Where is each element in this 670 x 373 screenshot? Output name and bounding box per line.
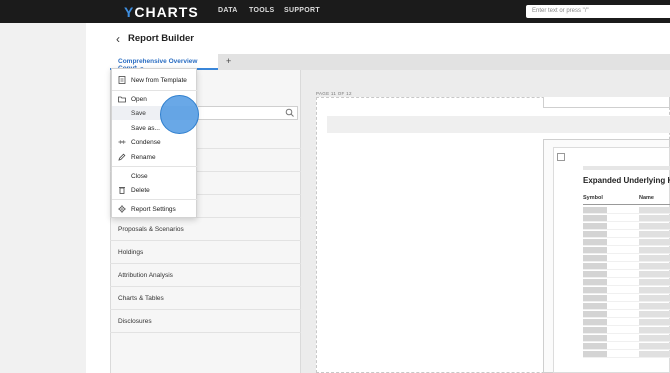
menu-item-new-from-template[interactable]: New from Template (112, 73, 198, 87)
menu-item-label: Open (131, 96, 147, 103)
table-rows (583, 206, 670, 358)
sidebar-search-input[interactable] (195, 106, 298, 120)
menu-item-close[interactable]: Close (112, 169, 198, 183)
left-margin (0, 23, 86, 373)
table-row (583, 310, 670, 318)
folder-icon (118, 96, 126, 103)
nav-tools[interactable]: TOOLS (249, 7, 274, 14)
table-row (583, 326, 670, 334)
table-row (583, 334, 670, 342)
table-row (583, 350, 670, 358)
back-chevron-icon[interactable]: ‹ (116, 32, 120, 46)
nav-data[interactable]: DATA (218, 7, 238, 14)
component-checkbox[interactable] (557, 153, 565, 161)
menu-item-condense[interactable]: Condense (112, 135, 198, 149)
add-tab-button[interactable]: + (226, 56, 231, 66)
menu-item-label: Save as... (131, 125, 160, 132)
table-row (583, 262, 670, 270)
card-placeholder-stripe (583, 166, 670, 170)
menu-item-report-settings[interactable]: Report Settings (112, 202, 198, 216)
table-row (583, 222, 670, 230)
table-row (583, 206, 670, 214)
table-row (583, 270, 670, 278)
sidebar-section-holdings[interactable]: Holdings (110, 240, 301, 263)
component-card-top[interactable] (543, 97, 670, 108)
menu-separator (112, 199, 198, 200)
column-header-name: Name (639, 195, 654, 201)
table-row (583, 214, 670, 222)
sidebar-section-attribution[interactable]: Attribution Analysis (110, 263, 301, 286)
menu-item-delete[interactable]: Delete (112, 183, 198, 197)
sidebar-section-proposals[interactable]: Proposals & Scenarios (110, 217, 301, 240)
menu-separator (112, 166, 198, 167)
column-header-symbol: Symbol (583, 195, 603, 201)
sidebar-section-disclosures[interactable]: Disclosures (110, 309, 301, 332)
table-row (583, 302, 670, 310)
condense-icon (118, 140, 126, 144)
tab-dropdown-menu: New from Template Open Save Save as... C… (111, 68, 198, 218)
menu-item-label: Report Settings (131, 206, 176, 213)
table-row (583, 230, 670, 238)
page-title: Report Builder (128, 33, 194, 44)
menu-item-label: Condense (131, 139, 161, 146)
table-row (583, 318, 670, 326)
template-icon (118, 76, 126, 84)
search-icon (285, 108, 294, 117)
sidebar-divider (110, 332, 301, 355)
table-row (583, 238, 670, 246)
trash-icon (119, 187, 125, 194)
menu-item-label: Rename (131, 154, 156, 161)
card-title: Expanded Underlying Ho (583, 176, 670, 185)
table-row (583, 286, 670, 294)
menu-item-label: Save (131, 110, 146, 117)
table-row (583, 246, 670, 254)
pencil-icon (118, 153, 126, 161)
table-row (583, 294, 670, 302)
nav-support[interactable]: SUPPORT (284, 7, 320, 14)
menu-item-label: New from Template (131, 77, 187, 84)
table-header-line (583, 204, 670, 205)
placeholder-bar (327, 116, 670, 133)
table-row (583, 342, 670, 350)
global-search-input[interactable]: Enter text or press "/" (526, 5, 670, 18)
page-label: PAGE 11 OF 12 (316, 91, 352, 96)
table-row (583, 278, 670, 286)
gear-icon (118, 205, 126, 213)
sidebar-section-charts-tables[interactable]: Charts & Tables (110, 286, 301, 309)
table-row (583, 254, 670, 262)
menu-item-rename[interactable]: Rename (112, 150, 198, 164)
ycharts-logo[interactable]: YCHARTS (124, 4, 199, 20)
menu-item-label: Delete (131, 187, 150, 194)
click-indicator (160, 95, 199, 134)
menu-separator (112, 90, 198, 91)
menu-item-label: Close (131, 173, 148, 180)
logo-text: CHARTS (134, 4, 199, 20)
